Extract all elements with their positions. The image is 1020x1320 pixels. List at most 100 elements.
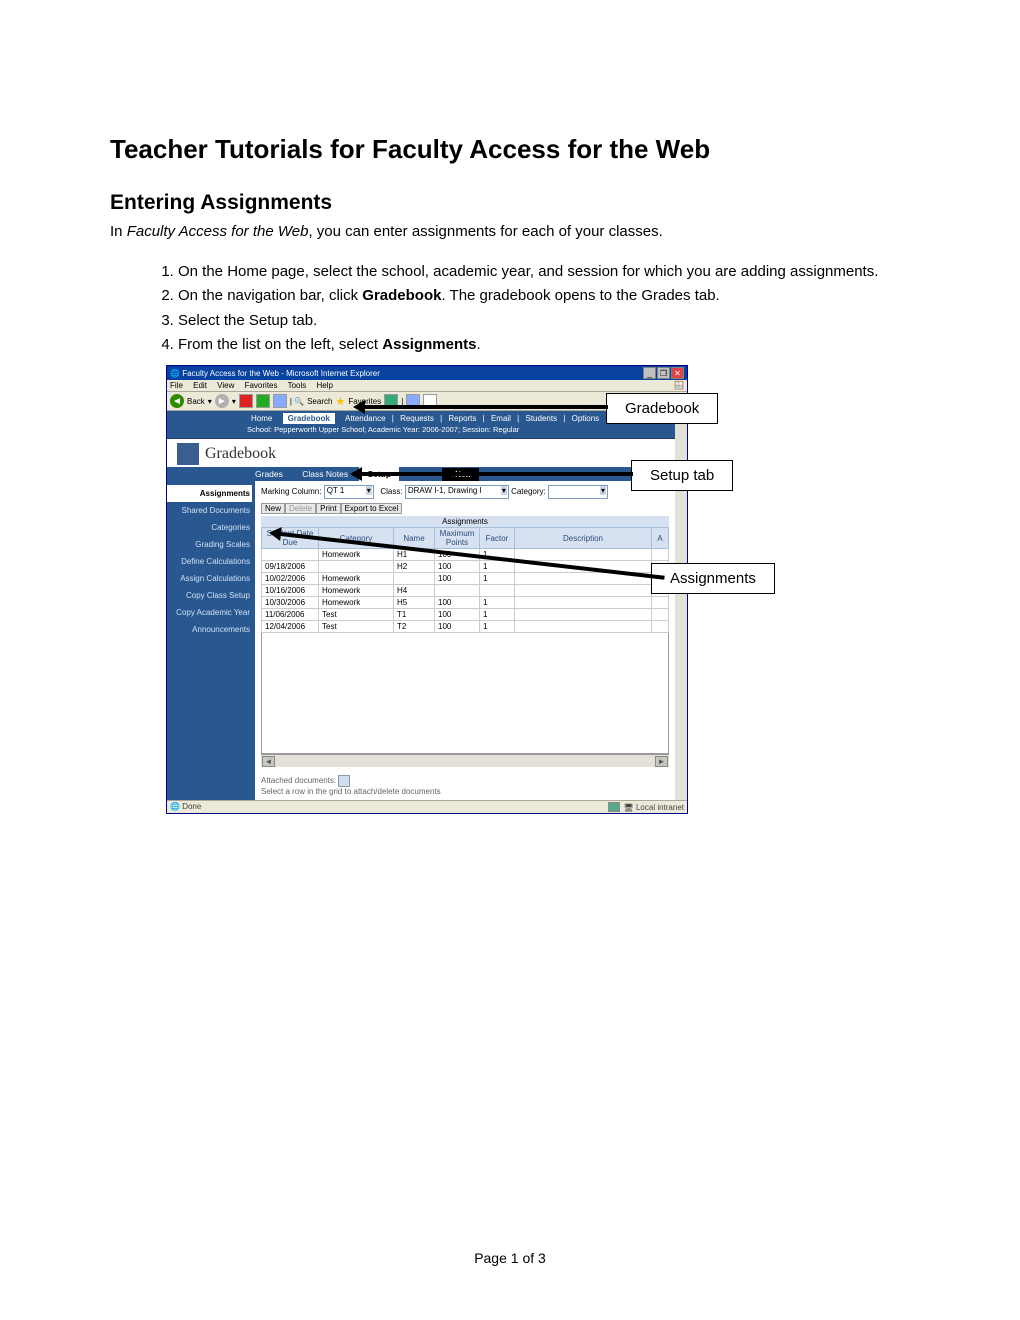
intro-text: In (110, 223, 127, 240)
cell[interactable]: Homework (319, 549, 394, 561)
menu-help[interactable]: Help (317, 381, 333, 390)
stop-icon[interactable] (239, 394, 253, 408)
cell[interactable]: 1 (480, 573, 515, 585)
table-row[interactable]: 10/30/2006HomeworkH51001 (262, 597, 669, 609)
sidebar-item-define-calculations[interactable]: Define Calculations (167, 553, 252, 570)
cell[interactable] (515, 609, 652, 621)
cell[interactable] (480, 585, 515, 597)
cell[interactable]: H4 (394, 585, 435, 597)
cell[interactable]: 100 (435, 609, 480, 621)
scroll-right-icon[interactable]: ► (655, 756, 668, 767)
cell[interactable]: Test (319, 609, 394, 621)
cell[interactable]: Homework (319, 597, 394, 609)
attached-label: Attached documents: (261, 776, 336, 785)
cell[interactable] (515, 597, 652, 609)
cell[interactable]: 10/16/2006 (262, 585, 319, 597)
forward-icon[interactable]: ► (215, 394, 229, 408)
cell[interactable]: T2 (394, 621, 435, 633)
grid-delete-button[interactable]: Delete (285, 503, 316, 514)
cell[interactable]: 11/06/2006 (262, 609, 319, 621)
cell[interactable] (515, 621, 652, 633)
refresh-icon[interactable] (256, 394, 270, 408)
back-label[interactable]: Back (187, 397, 205, 406)
cell[interactable]: 10/02/2006 (262, 573, 319, 585)
maximize-icon[interactable]: ❐ (657, 367, 670, 379)
cell[interactable]: H2 (394, 561, 435, 573)
tab-grades[interactable]: Grades (247, 467, 291, 481)
sidebar-item-assign-calculations[interactable]: Assign Calculations (167, 570, 252, 587)
favorites-star-icon[interactable]: ★ (335, 395, 345, 408)
cell[interactable]: 100 (435, 597, 480, 609)
cell[interactable]: 09/18/2006 (262, 561, 319, 573)
sidebar-item-grading-scales[interactable]: Grading Scales (167, 536, 252, 553)
cell[interactable] (652, 621, 669, 633)
sidebar-item-shared-documents[interactable]: Shared Documents (167, 502, 252, 519)
cell[interactable] (652, 597, 669, 609)
sidebar-item-copy-class-setup[interactable]: Copy Class Setup (167, 587, 252, 604)
cell[interactable]: 100 (435, 561, 480, 573)
back-chevron-icon[interactable]: ▾ (208, 397, 212, 406)
class-select[interactable]: DRAW I-1, Drawing I (405, 485, 509, 499)
table-row[interactable]: 12/04/2006TestT21001 (262, 621, 669, 633)
menu-edit[interactable]: Edit (193, 381, 207, 390)
sidebar-item-copy-academic-year[interactable]: Copy Academic Year (167, 604, 252, 621)
cell[interactable]: 1 (480, 561, 515, 573)
cell[interactable]: Test (319, 621, 394, 633)
cell[interactable]: 100 (435, 621, 480, 633)
cell[interactable]: T1 (394, 609, 435, 621)
back-icon[interactable]: ◄ (170, 394, 184, 408)
cell[interactable] (394, 573, 435, 585)
col-a[interactable]: A (652, 528, 669, 549)
marking-column-select[interactable]: QT 1 (324, 485, 374, 499)
table-row[interactable]: 10/02/2006Homework 1001 (262, 573, 669, 585)
cell[interactable] (515, 549, 652, 561)
table-row[interactable]: 11/06/2006TestT11001 (262, 609, 669, 621)
nav-reports[interactable]: Reports (448, 414, 476, 423)
sidebar-item-assignments[interactable]: Assignments (167, 485, 252, 502)
grid-export-button[interactable]: Export to Excel (341, 503, 403, 514)
scroll-left-icon[interactable]: ◄ (262, 756, 275, 767)
grid-print-button[interactable]: Print (316, 503, 340, 514)
home-icon[interactable] (273, 394, 287, 408)
nav-options[interactable]: Options (572, 414, 600, 423)
nav-gradebook[interactable]: Gradebook (283, 413, 335, 424)
cell[interactable] (652, 609, 669, 621)
cell[interactable]: 1 (480, 621, 515, 633)
horizontal-scrollbar[interactable]: ◄► (261, 754, 669, 767)
col-factor[interactable]: Factor (480, 528, 515, 549)
category-select[interactable] (548, 485, 608, 499)
nav-home[interactable]: Home (251, 414, 272, 423)
cell[interactable]: 10/30/2006 (262, 597, 319, 609)
sidebar-item-announcements[interactable]: Announcements (167, 621, 252, 638)
cell[interactable]: H5 (394, 597, 435, 609)
nav-students[interactable]: Students (525, 414, 557, 423)
col-description[interactable]: Description (515, 528, 652, 549)
sidebar-item-categories[interactable]: Categories (167, 519, 252, 536)
menu-favorites[interactable]: Favorites (245, 381, 278, 390)
menu-file[interactable]: File (170, 381, 183, 390)
cell[interactable]: 12/04/2006 (262, 621, 319, 633)
cell[interactable] (515, 585, 652, 597)
nav-attendance[interactable]: Attendance (345, 414, 385, 423)
menu-view[interactable]: View (217, 381, 234, 390)
grid-new-button[interactable]: New (261, 503, 285, 514)
cell[interactable]: 1 (480, 609, 515, 621)
cell[interactable]: 100 (435, 573, 480, 585)
minimize-icon[interactable]: _ (643, 367, 656, 379)
close-icon[interactable]: ✕ (671, 367, 684, 379)
cell[interactable]: 1 (480, 597, 515, 609)
cell[interactable] (262, 549, 319, 561)
cell[interactable]: Homework (319, 573, 394, 585)
cell[interactable] (435, 585, 480, 597)
intro-text: , you can enter assignments for each of … (308, 223, 662, 240)
cell[interactable] (319, 561, 394, 573)
table-row[interactable]: 10/16/2006HomeworkH4 (262, 585, 669, 597)
cell[interactable] (652, 549, 669, 561)
attach-icon[interactable] (338, 775, 350, 787)
menu-tools[interactable]: Tools (288, 381, 307, 390)
cell[interactable]: Homework (319, 585, 394, 597)
search-button[interactable]: Search (307, 397, 332, 406)
col-max-points[interactable]: Maximum Points (435, 528, 480, 549)
nav-requests[interactable]: Requests (400, 414, 434, 423)
nav-email[interactable]: Email (491, 414, 511, 423)
